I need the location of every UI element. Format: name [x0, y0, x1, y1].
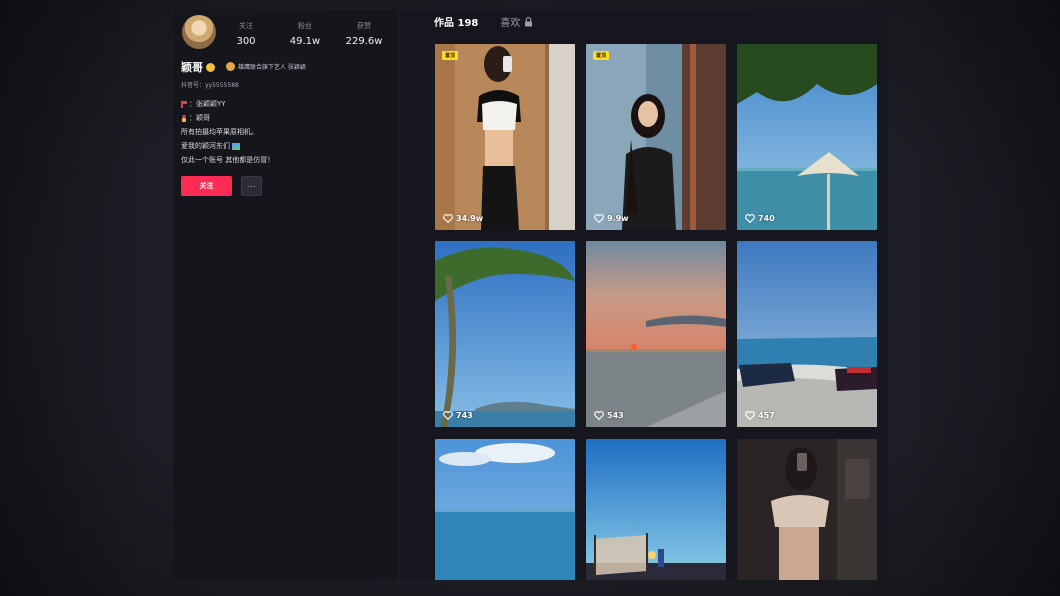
video-card[interactable]: 743	[435, 241, 575, 427]
bio-text: 爱我的颖河东们	[181, 142, 230, 150]
like-count: 740	[745, 214, 775, 223]
like-count: 9.9w	[594, 214, 629, 223]
lipstick-icon	[182, 114, 186, 122]
bio-text: 仅此一个账号 其他都是仿冒！	[181, 156, 275, 164]
stat-label: 关注	[239, 22, 253, 30]
landscape-icon	[232, 142, 240, 150]
user-id: 抖音号：yy5555588	[181, 82, 239, 89]
like-count-text: 34.9w	[456, 214, 484, 223]
video-card[interactable]: 置顶 34.9w	[435, 44, 575, 230]
like-count-text: 740	[758, 214, 775, 223]
bio-line: ：张颖颖YY	[181, 97, 274, 111]
tab-works[interactable]: 作品 198	[434, 14, 478, 29]
tab-label: 喜欢	[500, 18, 521, 29]
like-count-text: 743	[456, 411, 473, 420]
bio-text: ：颖哥	[189, 114, 210, 122]
lock-icon	[525, 16, 533, 26]
bio-line: 仅此一个账号 其他都是仿冒！	[181, 153, 274, 167]
stat-following[interactable]: 关注 300	[216, 21, 276, 47]
stat-followers[interactable]: 粉丝 49.1w	[275, 21, 335, 47]
like-count: 457	[745, 411, 775, 420]
content-tabs: 作品 198 喜欢	[434, 14, 533, 29]
pinned-badge: 置顶	[593, 51, 610, 60]
profile-sidebar: 关注 300 粉丝 49.1w 获赞 229.6w 颖哥 雄鹰联合旗下艺人 张颖…	[174, 10, 399, 580]
like-count-text: 9.9w	[607, 214, 629, 223]
video-thumbnail	[435, 241, 575, 427]
heart-icon	[594, 214, 604, 223]
stat-value: 49.1w	[289, 36, 321, 47]
emoji-icon	[206, 62, 215, 72]
agency-signature[interactable]: 雄鹰联合旗下艺人 张颖颖	[226, 62, 306, 71]
like-count: 34.9w	[443, 214, 483, 223]
video-thumbnail	[586, 44, 726, 230]
bio-line: 爱我的颖河东们	[181, 139, 274, 153]
heart-icon	[443, 214, 453, 223]
profile-page: 关注 300 粉丝 49.1w 获赞 229.6w 颖哥 雄鹰联合旗下艺人 张颖…	[174, 10, 888, 580]
video-card[interactable]: 置顶 9.9w	[586, 44, 726, 230]
video-thumbnail	[435, 439, 575, 580]
stat-value: 229.6w	[345, 36, 383, 47]
flag-icon	[181, 100, 187, 108]
agency-icon	[226, 62, 235, 71]
more-button[interactable]: ···	[241, 176, 262, 196]
like-count: 743	[443, 411, 473, 420]
video-card[interactable]: 740	[737, 44, 877, 230]
avatar[interactable]	[182, 15, 216, 49]
tab-liked[interactable]: 喜欢	[500, 14, 533, 29]
video-card[interactable]	[586, 439, 726, 580]
video-thumbnail	[586, 241, 726, 427]
heart-icon	[745, 411, 755, 420]
video-card[interactable]	[737, 439, 877, 580]
video-thumbnail	[435, 44, 575, 230]
heart-icon	[594, 411, 604, 420]
like-count-text: 543	[607, 411, 624, 420]
profile-name-text: 颖哥	[181, 61, 203, 74]
video-thumbnail	[586, 439, 726, 580]
profile-bio: ：张颖颖YY ：颖哥 所有拍摄均苹果原相机。 爱我的颖河东们 仅此一个账号 其他…	[181, 97, 274, 167]
agency-text: 雄鹰联合旗下艺人 张颖颖	[238, 64, 306, 71]
stat-value: 300	[236, 36, 256, 47]
stat-label: 粉丝	[298, 22, 312, 30]
bio-line: ：颖哥	[181, 111, 274, 125]
video-thumbnail	[737, 44, 877, 230]
pinned-badge: 置顶	[442, 51, 459, 60]
like-count-text: 457	[758, 411, 775, 420]
heart-icon	[443, 411, 453, 420]
tab-label: 作品 198	[434, 18, 479, 29]
follow-button[interactable]: 关注	[181, 176, 232, 196]
bio-line: 所有拍摄均苹果原相机。	[181, 125, 274, 139]
heart-icon	[745, 214, 755, 223]
video-thumbnail	[737, 241, 877, 427]
profile-name: 颖哥	[181, 59, 215, 75]
stat-label: 获赞	[357, 22, 371, 30]
like-count: 543	[594, 411, 624, 420]
video-thumbnail	[737, 439, 877, 580]
bio-text: ：张颖颖YY	[189, 100, 226, 108]
video-card[interactable]: 457	[737, 241, 877, 427]
video-card[interactable]	[435, 439, 575, 580]
stat-likes: 获赞 229.6w	[334, 21, 394, 47]
bio-text: 所有拍摄均苹果原相机。	[181, 128, 258, 136]
video-card[interactable]: 543	[586, 241, 726, 427]
